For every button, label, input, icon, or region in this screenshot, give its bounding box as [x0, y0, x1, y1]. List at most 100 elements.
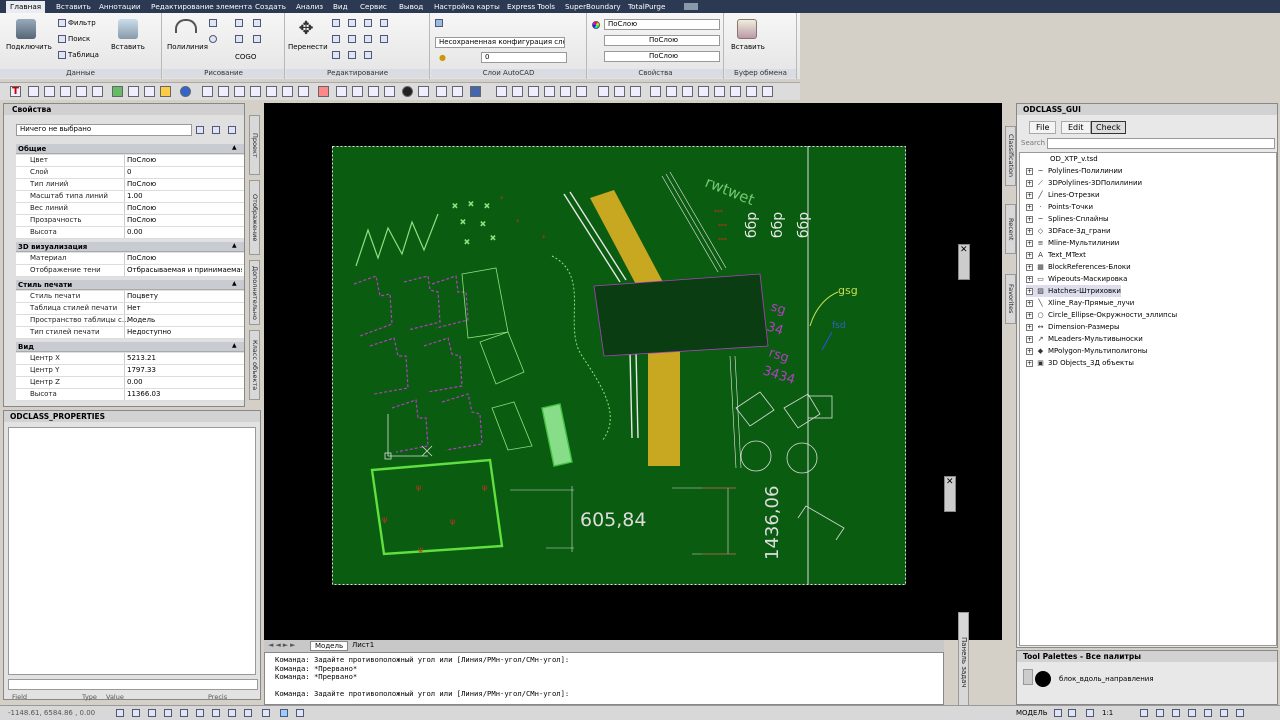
tool-icon-24[interactable]: [470, 86, 481, 97]
tool-icon-34[interactable]: [650, 86, 661, 97]
coordinates-readout[interactable]: -1148.61, 6584.86 , 0.00: [8, 709, 95, 717]
tab-recent[interactable]: Recent: [1005, 204, 1016, 254]
point-marker[interactable]: ×: [480, 220, 487, 229]
gear-icon[interactable]: [1204, 709, 1212, 717]
toggle-pickadd-icon[interactable]: [196, 126, 204, 134]
expand-icon[interactable]: +: [1026, 216, 1033, 223]
tool-icon-19[interactable]: [368, 86, 379, 97]
tree-item[interactable]: + · Points-Точки: [1026, 201, 1093, 213]
transparency-icon[interactable]: [262, 709, 270, 717]
tab-annotations[interactable]: Аннотации: [99, 2, 141, 11]
tool-icon-30[interactable]: [576, 86, 587, 97]
command-prompt[interactable]: Команда: Задайте противоположный угол ил…: [275, 689, 933, 699]
property-value[interactable]: 1797.33: [124, 365, 242, 376]
tool-icon-7[interactable]: [128, 86, 139, 97]
lineweight-combo[interactable]: ПоСлою: [604, 51, 720, 62]
mirror-icon[interactable]: [332, 35, 340, 43]
annotation-scale[interactable]: 1:1: [1102, 709, 1113, 717]
stretch-icon[interactable]: [380, 35, 388, 43]
expand-icon[interactable]: +: [1026, 240, 1033, 247]
tree-item[interactable]: + ▣ 3D Objects_3Д объекты: [1026, 357, 1134, 369]
tree-item[interactable]: + ≡ Mline-Мультилинии: [1026, 237, 1119, 249]
expand-icon[interactable]: +: [1026, 288, 1033, 295]
col-type[interactable]: Type: [82, 693, 97, 701]
property-row[interactable]: Масштаб типа линий 1.00: [16, 191, 244, 203]
rectangle-icon[interactable]: [253, 19, 261, 27]
help-icon[interactable]: [180, 86, 191, 97]
property-value[interactable]: 0.00: [124, 377, 242, 388]
palette-side-tab[interactable]: [1023, 669, 1033, 685]
property-value[interactable]: Поцвету: [124, 291, 242, 302]
tool-icon-32[interactable]: [614, 86, 625, 97]
point-marker[interactable]: ×: [464, 238, 471, 247]
tab-insert[interactable]: Вставить: [56, 2, 91, 11]
tree-root[interactable]: OD_XTP_v.tsd: [1050, 153, 1098, 165]
tool-icon-8[interactable]: [144, 86, 155, 97]
property-row[interactable]: Слой 0: [16, 167, 244, 179]
tool-icon-12[interactable]: [250, 86, 261, 97]
tree-item[interactable]: + ~ Polylines-Полилинии: [1026, 165, 1122, 177]
annotation-icon[interactable]: [1086, 709, 1094, 717]
property-value[interactable]: ПоСлою: [124, 179, 242, 190]
select-objects-icon[interactable]: [212, 126, 220, 134]
property-row[interactable]: Центр Y 1797.33: [16, 365, 244, 377]
expand-icon[interactable]: +: [1026, 204, 1033, 211]
tab-additional[interactable]: Дополнительно: [249, 260, 260, 325]
polar-icon[interactable]: [164, 709, 172, 717]
property-value[interactable]: Модель: [124, 315, 242, 326]
property-value[interactable]: 5213.21: [124, 353, 242, 364]
quick-props-icon[interactable]: [280, 709, 288, 717]
bbp-label-1[interactable]: ббр: [744, 212, 760, 238]
red-marker[interactable]: *: [516, 218, 520, 226]
tab-superboundary[interactable]: SuperBoundary: [565, 2, 621, 11]
tool-icon-10[interactable]: [218, 86, 229, 97]
insert-block-icon[interactable]: [118, 19, 138, 39]
property-row[interactable]: Отображение тени Отбрасываемая и принимае…: [16, 265, 244, 277]
layer-state-combo[interactable]: Несохраненная конфигурация слоев: [435, 37, 565, 48]
tool-icon-11[interactable]: [234, 86, 245, 97]
col-value[interactable]: Value: [106, 693, 124, 701]
tool-icon-37[interactable]: [698, 86, 709, 97]
tool-icon-25[interactable]: [496, 86, 507, 97]
tool-icon-31[interactable]: [598, 86, 609, 97]
tool-icon-9[interactable]: [202, 86, 213, 97]
tab-view[interactable]: Вид: [333, 2, 348, 11]
tab-sheet1[interactable]: Лист1: [348, 641, 378, 649]
point-marker[interactable]: ×: [452, 202, 459, 211]
scale-icon[interactable]: [332, 51, 340, 59]
tab-object-class[interactable]: Класс объекта: [249, 330, 260, 400]
tool-icon-16[interactable]: [318, 86, 329, 97]
expand-icon[interactable]: +: [1026, 168, 1033, 175]
selection-cycling-icon[interactable]: [296, 709, 304, 717]
dimension-text-1[interactable]: 605,84: [580, 509, 646, 531]
tool-icon-26[interactable]: [512, 86, 523, 97]
property-row[interactable]: Материал ПоСлою: [16, 253, 244, 265]
tab-output[interactable]: Вывод: [399, 2, 423, 11]
tree-item[interactable]: + ▭ Wipeouts-Маскировка: [1026, 273, 1127, 285]
red-marker[interactable]: *: [542, 234, 546, 242]
tool-icon-13[interactable]: [266, 86, 277, 97]
dyn-icon[interactable]: [228, 709, 236, 717]
tab-service[interactable]: Сервис: [360, 2, 387, 11]
tab-model[interactable]: Модель: [310, 641, 349, 651]
layer-properties-icon[interactable]: [435, 19, 443, 27]
tool-icon-29[interactable]: [560, 86, 571, 97]
block-tool-icon[interactable]: [1035, 671, 1051, 687]
selection-combo[interactable]: Ничего не выбрано: [16, 124, 192, 136]
yellow-road-segment[interactable]: [648, 344, 680, 466]
tab-display[interactable]: Отображение: [249, 180, 260, 255]
tool-icon-33[interactable]: [630, 86, 641, 97]
search-button[interactable]: Поиск: [58, 35, 90, 43]
expand-icon[interactable]: +: [1026, 300, 1033, 307]
property-row[interactable]: Центр Z 0.00: [16, 377, 244, 389]
tab-home[interactable]: Главная: [6, 1, 46, 13]
tool-icon-41[interactable]: [762, 86, 773, 97]
tool-icon-14[interactable]: [282, 86, 293, 97]
tool-icon-15[interactable]: [298, 86, 309, 97]
database-connect-icon[interactable]: [16, 19, 36, 39]
blue-label[interactable]: fsd: [832, 321, 846, 331]
property-value[interactable]: Нет: [124, 303, 242, 314]
section-header[interactable]: Общие: [16, 144, 244, 154]
clipboard-icon[interactable]: [737, 19, 757, 39]
polyline-button[interactable]: Полилиния: [167, 43, 208, 51]
